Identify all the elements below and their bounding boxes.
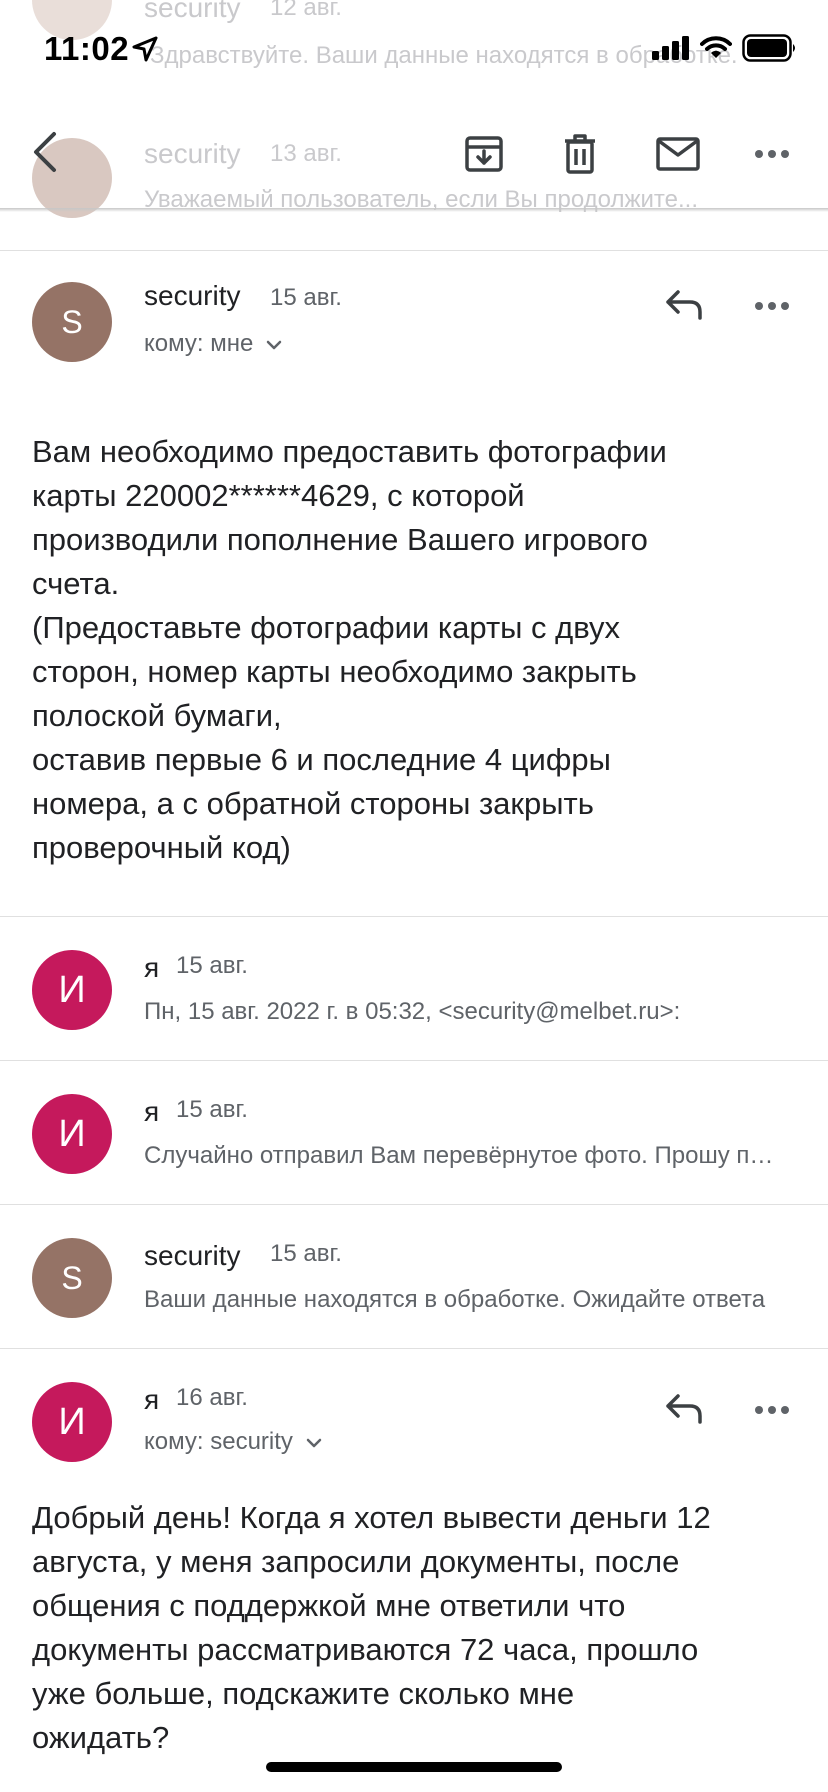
back-button[interactable] bbox=[20, 122, 70, 182]
avatar[interactable]: S bbox=[32, 282, 112, 362]
message-more-button[interactable] bbox=[752, 1386, 792, 1434]
more-horizontal-icon bbox=[755, 302, 789, 310]
chevron-down-icon bbox=[266, 340, 282, 350]
status-bar: 11:02 bbox=[0, 0, 828, 100]
message-sender: я bbox=[144, 1096, 160, 1127]
home-indicator[interactable] bbox=[266, 1762, 562, 1772]
more-horizontal-icon bbox=[755, 150, 789, 158]
message-sender: я bbox=[144, 1384, 160, 1415]
chevron-down-icon bbox=[306, 1438, 321, 1448]
toolbar-shadow bbox=[0, 208, 828, 212]
envelope-icon bbox=[656, 137, 700, 171]
wifi-icon bbox=[700, 36, 732, 58]
recipient-details-toggle[interactable]: кому: security bbox=[144, 1428, 322, 1456]
message-body: Вам необходимо предоставить фотографии к… bbox=[32, 434, 667, 865]
divider bbox=[0, 916, 828, 917]
divider bbox=[0, 1060, 828, 1061]
reply-button[interactable] bbox=[660, 280, 708, 328]
message-date: 15 авг. bbox=[176, 1096, 248, 1123]
avatar: S bbox=[32, 1238, 112, 1318]
reply-icon bbox=[666, 290, 702, 320]
trash-icon bbox=[565, 134, 595, 174]
message-snippet: Случайно отправил Вам перевёрнутое фото.… bbox=[144, 1142, 776, 1169]
divider bbox=[0, 1348, 828, 1349]
recipient-label: кому: мне bbox=[144, 330, 254, 357]
message-toolbar bbox=[0, 100, 828, 210]
message-date: 15 авг. bbox=[270, 1240, 342, 1267]
avatar: И bbox=[32, 1094, 112, 1174]
location-arrow-icon bbox=[132, 36, 158, 62]
more-options-button[interactable] bbox=[748, 126, 796, 182]
divider bbox=[0, 250, 828, 251]
message-body: Добрый день! Когда я хотел вывести деньг… bbox=[32, 1500, 711, 1755]
archive-button[interactable] bbox=[456, 126, 512, 182]
message-snippet: Пн, 15 авг. 2022 г. в 05:32, <security@m… bbox=[144, 998, 681, 1025]
reply-button[interactable] bbox=[660, 1384, 708, 1432]
divider bbox=[0, 1204, 828, 1205]
avatar[interactable]: И bbox=[32, 1382, 112, 1462]
message-date: 15 авг. bbox=[270, 284, 342, 311]
message-snippet: Ваши данные находятся в обработке. Ожида… bbox=[144, 1286, 766, 1313]
avatar: И bbox=[32, 950, 112, 1030]
more-horizontal-icon bbox=[755, 1406, 789, 1414]
delete-button[interactable] bbox=[552, 126, 608, 182]
mark-unread-button[interactable] bbox=[650, 126, 706, 182]
message-sender: security bbox=[144, 280, 241, 311]
status-time: 11:02 bbox=[44, 30, 130, 67]
message-sender: я bbox=[144, 952, 160, 983]
message-date: 16 авг. bbox=[176, 1384, 248, 1411]
message-more-button[interactable] bbox=[752, 282, 792, 330]
message-date: 15 авг. bbox=[176, 952, 248, 979]
message-sender: security bbox=[144, 1240, 241, 1271]
cellular-signal-icon bbox=[652, 36, 689, 60]
battery-icon bbox=[742, 34, 795, 62]
recipient-details-toggle[interactable]: кому: мне bbox=[144, 330, 282, 358]
reply-icon bbox=[666, 1394, 702, 1424]
chevron-left-icon bbox=[34, 132, 56, 172]
recipient-label: кому: security bbox=[144, 1428, 293, 1455]
archive-icon bbox=[465, 136, 503, 172]
